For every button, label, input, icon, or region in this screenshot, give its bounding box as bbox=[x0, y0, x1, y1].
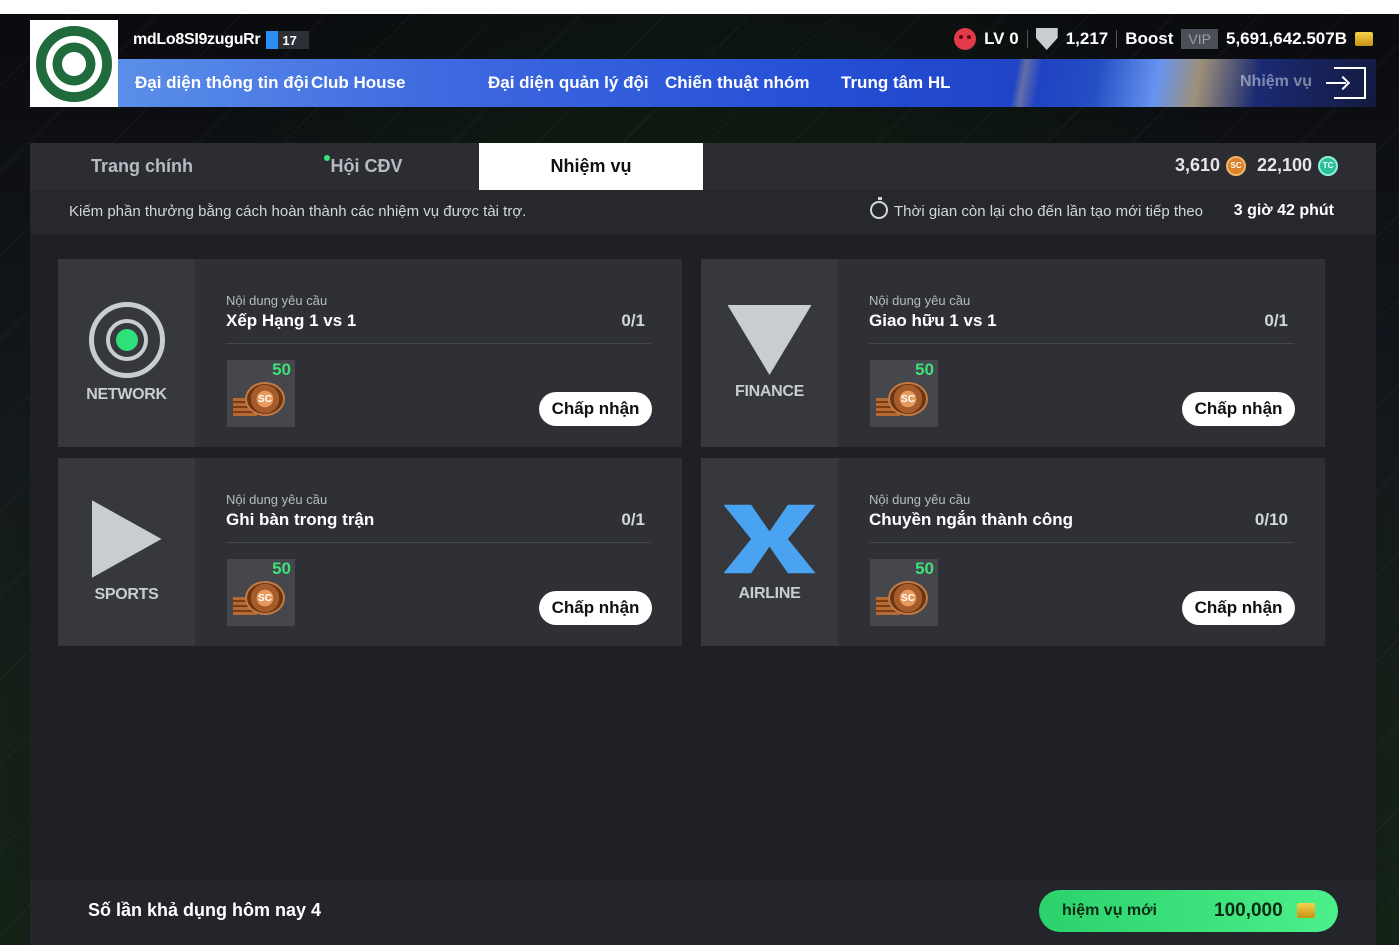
sc-balance: 3,610 SC bbox=[1175, 155, 1247, 176]
balance-value: 5,691,642.507B bbox=[1226, 29, 1347, 48]
sc-amount: 3,610 bbox=[1175, 155, 1221, 175]
missions-panel: Trang chính Hội CĐV Nhiệm vụ 3,610 SC 22… bbox=[30, 143, 1376, 945]
mission-name: Ghi bàn trong trận bbox=[226, 510, 375, 529]
rank-points: 1,217 bbox=[1065, 29, 1109, 48]
tc-coin-icon: TC bbox=[1318, 155, 1339, 176]
sc-coin-icon: SC bbox=[245, 382, 285, 416]
refresh-timer-value: 3 giờ 42 phút bbox=[1233, 202, 1334, 219]
nav-item-training-center[interactable]: Trung tâm HL bbox=[841, 73, 951, 93]
sc-coin-icon: SC bbox=[245, 581, 285, 615]
reward-amount: 50 bbox=[915, 360, 934, 379]
username: mdLo8SI9zuguRr bbox=[133, 31, 261, 48]
reward-amount: 50 bbox=[272, 360, 291, 379]
new-mission-cost: 100,000 bbox=[1214, 900, 1283, 921]
divider bbox=[869, 542, 1294, 543]
tab-main[interactable]: Trang chính bbox=[30, 143, 254, 190]
divider bbox=[226, 542, 651, 543]
reward-amount: 50 bbox=[915, 559, 934, 578]
sponsor-name: AIRLINE bbox=[738, 585, 801, 602]
sc-coin-icon: SC bbox=[1226, 155, 1247, 176]
vip-badge[interactable]: VIP bbox=[1181, 29, 1218, 49]
sponsor-name: SPORTS bbox=[94, 586, 159, 603]
bottom-bar: Số lần khả dụng hôm nay 4 hiệm vụ mới 10… bbox=[30, 880, 1376, 945]
missions-description: Kiếm phần thưởng bằng cách hoàn thành cá… bbox=[69, 203, 527, 220]
tab-fan-club[interactable]: Hội CĐV bbox=[254, 143, 479, 190]
nav-item-team-management[interactable]: Đại diện quản lý đội bbox=[488, 73, 649, 93]
accept-button[interactable]: Chấp nhận bbox=[539, 392, 652, 426]
new-mission-button[interactable]: hiệm vụ mới 100,000 bbox=[1039, 890, 1338, 932]
mission-card: NETWORK Nội dung yêu cầu Xếp Hạng 1 vs 1… bbox=[58, 259, 682, 447]
sad-face-icon bbox=[954, 28, 977, 50]
mission-name: Chuyền ngắn thành công bbox=[869, 510, 1073, 529]
exit-icon[interactable] bbox=[1326, 67, 1366, 99]
mission-progress: 0/1 bbox=[1264, 311, 1288, 330]
top-strip bbox=[0, 0, 1399, 14]
divider bbox=[226, 343, 651, 344]
gold-bar-icon bbox=[1355, 32, 1373, 46]
accept-button[interactable]: Chấp nhận bbox=[1182, 392, 1295, 426]
divider bbox=[869, 343, 1294, 344]
tc-amount: 22,100 bbox=[1257, 155, 1313, 175]
sc-coin-icon: SC bbox=[888, 581, 928, 615]
mission-card: AIRLINE Nội dung yêu cầu Chuyền ngắn thà… bbox=[701, 458, 1325, 646]
mission-progress: 0/1 bbox=[621, 510, 645, 529]
sponsor-logo: NETWORK bbox=[58, 259, 195, 447]
reward-item[interactable]: SC 50 bbox=[227, 559, 295, 626]
tab-bar: Trang chính Hội CĐV Nhiệm vụ 3,610 SC 22… bbox=[30, 143, 1376, 190]
user-info: mdLo8SI9zuguRr 17 bbox=[133, 29, 309, 51]
level-badge: 17 bbox=[266, 31, 309, 49]
accept-button[interactable]: Chấp nhận bbox=[1182, 591, 1295, 625]
reward-item[interactable]: SC 50 bbox=[870, 360, 938, 427]
new-mission-label: hiệm vụ mới bbox=[1062, 902, 1157, 919]
reward-item[interactable]: SC 50 bbox=[227, 360, 295, 427]
nav-item-team-info[interactable]: Đại diện thông tin đội bbox=[135, 73, 309, 93]
mission-card: FINANCE Nội dung yêu cầu Giao hữu 1 vs 1… bbox=[701, 259, 1325, 447]
network-logo-icon bbox=[88, 302, 165, 378]
gold-bar-icon bbox=[1297, 903, 1315, 918]
nav-decoration bbox=[978, 59, 1376, 107]
main-nav: Đại diện thông tin đội Club House Đại di… bbox=[118, 59, 1376, 107]
reward-amount: 50 bbox=[272, 559, 291, 578]
mission-name: Giao hữu 1 vs 1 bbox=[869, 311, 997, 330]
reward-item[interactable]: SC 50 bbox=[870, 559, 938, 626]
sponsor-name: NETWORK bbox=[86, 386, 167, 403]
airline-logo-icon bbox=[723, 501, 816, 577]
club-crest[interactable] bbox=[30, 20, 118, 107]
header-stats: LV 0 1,217 Boost VIP 5,691,642.507B bbox=[954, 26, 1373, 52]
requirement-label: Nội dung yêu cầu bbox=[226, 492, 328, 507]
nav-item-club-house[interactable]: Club House bbox=[311, 73, 405, 93]
mission-progress: 0/10 bbox=[1254, 510, 1288, 529]
notification-dot bbox=[324, 155, 330, 161]
tab-fan-club-label: Hội CĐV bbox=[330, 156, 403, 176]
sc-coin-icon: SC bbox=[888, 382, 928, 416]
divider bbox=[1026, 30, 1028, 48]
crest-ring-icon bbox=[36, 25, 112, 102]
mission-card: SPORTS Nội dung yêu cầu Ghi bàn trong tr… bbox=[58, 458, 682, 646]
refresh-timer-label: Thời gian còn lại cho đến lần tạo mới ti… bbox=[894, 203, 1204, 220]
sponsor-name: FINANCE bbox=[734, 383, 804, 400]
sponsor-logo: FINANCE bbox=[701, 259, 838, 447]
nav-item-group-tactics[interactable]: Chiến thuật nhóm bbox=[665, 73, 809, 93]
lv-value: LV 0 bbox=[984, 29, 1019, 48]
level-badge-value: 17 bbox=[282, 32, 297, 48]
mission-progress: 0/1 bbox=[621, 311, 645, 330]
info-bar: Kiếm phần thưởng bằng cách hoàn thành cá… bbox=[30, 190, 1376, 234]
sports-logo-icon bbox=[91, 500, 162, 578]
sponsor-logo: AIRLINE bbox=[701, 458, 838, 646]
requirement-label: Nội dung yêu cầu bbox=[226, 293, 328, 308]
divider bbox=[1116, 30, 1118, 48]
requirement-label: Nội dung yêu cầu bbox=[869, 492, 971, 507]
uses-today-text: Số lần khả dụng hôm nay 4 bbox=[88, 900, 322, 920]
tab-missions[interactable]: Nhiệm vụ bbox=[479, 143, 703, 190]
nav-current-section: Nhiệm vụ bbox=[1239, 73, 1312, 90]
rank-shield-icon bbox=[1035, 28, 1058, 50]
requirement-label: Nội dung yêu cầu bbox=[869, 293, 971, 308]
tc-balance: 22,100 TC bbox=[1257, 155, 1339, 176]
accept-button[interactable]: Chấp nhận bbox=[539, 591, 652, 625]
timer-icon bbox=[870, 197, 888, 219]
mission-name: Xếp Hạng 1 vs 1 bbox=[226, 311, 357, 330]
sponsor-logo: SPORTS bbox=[58, 458, 195, 646]
finance-logo-icon bbox=[727, 305, 812, 375]
boost-label[interactable]: Boost bbox=[1125, 29, 1173, 49]
